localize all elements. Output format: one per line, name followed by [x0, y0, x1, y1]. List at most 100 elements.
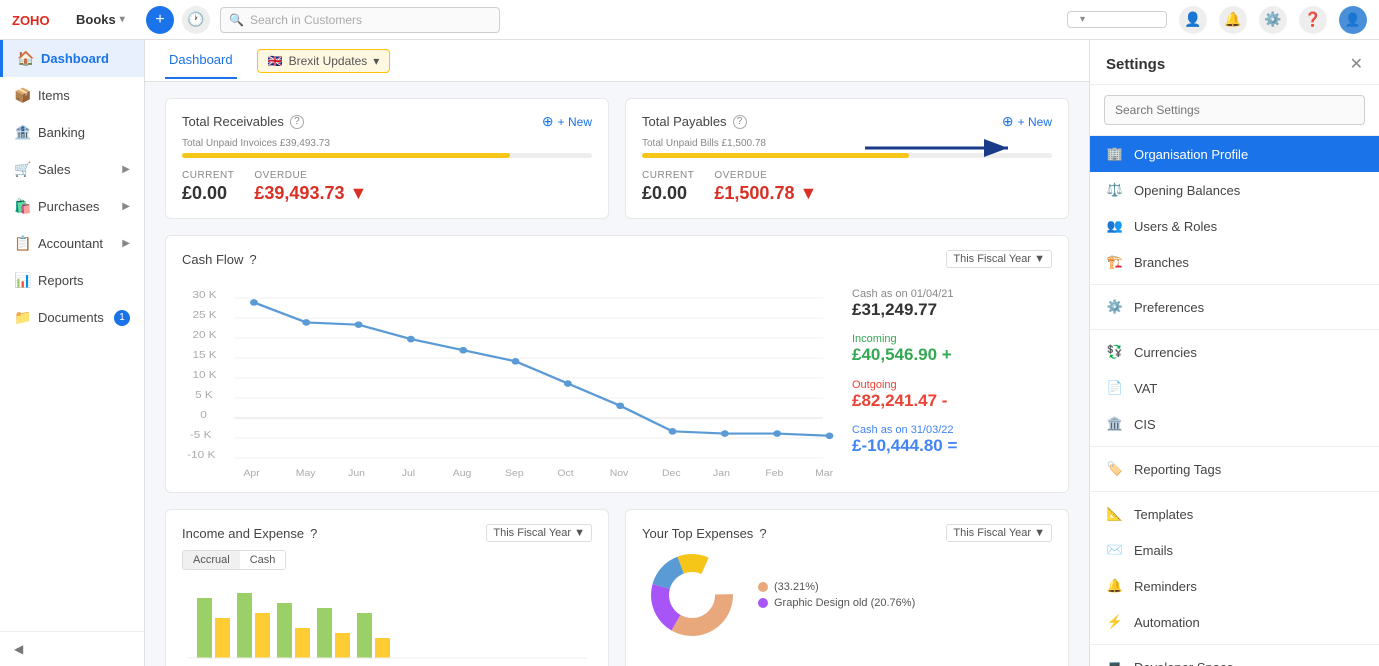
svg-text:2021: 2021: [398, 477, 421, 478]
settings-item-users-roles[interactable]: 👥 Users & Roles: [1090, 208, 1379, 244]
opening-balances-icon: ⚖️: [1106, 181, 1124, 199]
settings-item-org-profile[interactable]: 🏢 Organisation Profile: [1090, 136, 1379, 172]
income-expense-chart: [182, 578, 592, 666]
dashboard-content: Total Receivables ? ⊕ + New Total Unpaid…: [145, 82, 1089, 666]
settings-item-currencies[interactable]: 💱 Currencies: [1090, 334, 1379, 370]
svg-text:2021: 2021: [658, 477, 681, 478]
sidebar-item-sales[interactable]: 🛒 Sales ▶: [0, 151, 144, 188]
vat-icon: 📄: [1106, 379, 1124, 397]
payables-overdue-value: £1,500.78 ▼: [714, 183, 817, 204]
brexit-updates-button[interactable]: 🇬🇧 Brexit Updates ▾: [257, 49, 391, 73]
app-logo[interactable]: ZOHO Books ▾: [12, 11, 132, 29]
tab-dashboard[interactable]: Dashboard: [165, 42, 237, 79]
history-button[interactable]: 🕐: [182, 6, 210, 34]
svg-text:2021: 2021: [501, 477, 524, 478]
cashflow-chart: 30 K 25 K 20 K 15 K 10 K 5 K 0 -5 K -10 …: [182, 278, 836, 478]
topbar: ZOHO Books ▾ + 🕐 🔍 Search in Customers ▾…: [0, 0, 1379, 40]
settings-item-templates[interactable]: 📐 Templates: [1090, 496, 1379, 532]
sidebar-collapse-button[interactable]: ◀: [0, 631, 144, 666]
sidebar-item-reports[interactable]: 📊 Reports: [0, 262, 144, 299]
sidebar-item-purchases[interactable]: 🛍️ Purchases ▶: [0, 188, 144, 225]
help-icon-button[interactable]: ❓: [1299, 6, 1327, 34]
sidebar-item-banking[interactable]: 🏦 Banking: [0, 114, 144, 151]
top-expenses-header: Your Top Expenses ? This Fiscal Year ▼: [642, 524, 1052, 542]
settings-icon-button[interactable]: ⚙️: [1259, 6, 1287, 34]
cash-button[interactable]: Cash: [240, 551, 286, 569]
payables-progress-bar: [642, 153, 909, 158]
avatar-icon-button[interactable]: 👤: [1339, 6, 1367, 34]
cashflow-info-icon[interactable]: ?: [249, 252, 256, 267]
svg-text:2021: 2021: [553, 477, 576, 478]
payables-new-label: + New: [1018, 115, 1052, 129]
sidebar-item-dashboard[interactable]: 🏠 Dashboard: [0, 40, 144, 77]
income-expense-period-text: This Fiscal Year ▼: [493, 527, 585, 539]
receivables-new-button[interactable]: ⊕ + New: [542, 113, 592, 130]
payables-info-icon[interactable]: ?: [733, 115, 747, 129]
logo-dropdown-icon[interactable]: ▾: [120, 14, 125, 25]
add-button[interactable]: +: [146, 6, 174, 34]
settings-divider-1: [1090, 284, 1379, 285]
svg-text:15 K: 15 K: [192, 350, 217, 361]
sidebar-item-documents[interactable]: 📁 Documents 1: [0, 299, 144, 336]
cash-outgoing-label: Outgoing: [852, 379, 1052, 391]
receivables-overdue-block: OVERDUE £39,493.73 ▼: [254, 170, 367, 204]
cis-icon: 🏛️: [1106, 415, 1124, 433]
payables-overdue-label: OVERDUE: [714, 170, 817, 181]
payables-new-button[interactable]: ⊕ + New: [1002, 113, 1052, 130]
legend-color-1: [758, 582, 768, 592]
settings-item-opening-balances[interactable]: ⚖️ Opening Balances: [1090, 172, 1379, 208]
income-expense-period-button[interactable]: This Fiscal Year ▼: [486, 524, 592, 542]
accountant-arrow-icon: ▶: [122, 238, 130, 249]
settings-item-preferences[interactable]: ⚙️ Preferences: [1090, 289, 1379, 325]
settings-item-emails[interactable]: ✉️ Emails: [1090, 532, 1379, 568]
notification-icon-button[interactable]: 🔔: [1219, 6, 1247, 34]
reporting-tags-icon: 🏷️: [1106, 460, 1124, 478]
income-expense-info-icon[interactable]: ?: [310, 526, 317, 541]
settings-label-emails: Emails: [1134, 543, 1173, 558]
accrual-button[interactable]: Accrual: [183, 551, 240, 569]
settings-item-branches[interactable]: 🏗️ Branches: [1090, 244, 1379, 280]
svg-text:30 K: 30 K: [192, 290, 217, 301]
topbar-actions: + 🕐: [146, 6, 210, 34]
settings-item-cis[interactable]: 🏛️ CIS: [1090, 406, 1379, 442]
bottom-row: Income and Expense ? This Fiscal Year ▼ …: [165, 509, 1069, 666]
receivables-info-icon[interactable]: ?: [290, 115, 304, 129]
svg-text:5 K: 5 K: [195, 390, 213, 401]
receivables-amounts: CURRENT £0.00 OVERDUE £39,493.73 ▼: [182, 170, 592, 204]
sidebar-item-items[interactable]: 📦 Items: [0, 77, 144, 114]
cash-incoming-value: £40,546.90 +: [852, 345, 1052, 365]
settings-label-cis: CIS: [1134, 417, 1156, 432]
settings-item-automation[interactable]: ⚡ Automation: [1090, 604, 1379, 640]
top-expenses-period-button[interactable]: This Fiscal Year ▼: [946, 524, 1052, 542]
settings-search-input[interactable]: [1104, 95, 1365, 125]
settings-item-developer-space[interactable]: 💻 Developer Space: [1090, 649, 1379, 666]
cashflow-period-button[interactable]: This Fiscal Year ▼: [946, 250, 1052, 268]
top-expenses-card: Your Top Expenses ? This Fiscal Year ▼: [625, 509, 1069, 666]
settings-list: 🏢 Organisation Profile ⚖️ Opening Balanc…: [1090, 136, 1379, 666]
top-expenses-period-text: This Fiscal Year ▼: [953, 527, 1045, 539]
settings-close-button[interactable]: ✕: [1350, 54, 1363, 74]
svg-text:2022: 2022: [761, 477, 784, 478]
settings-item-reminders[interactable]: 🔔 Reminders: [1090, 568, 1379, 604]
sidebar-label-purchases: Purchases: [38, 199, 99, 214]
receivables-current-label: CURRENT: [182, 170, 234, 181]
top-expenses-info-icon[interactable]: ?: [759, 526, 766, 541]
settings-item-reporting-tags[interactable]: 🏷️ Reporting Tags: [1090, 451, 1379, 487]
legend-color-2: [758, 598, 768, 608]
cash-outgoing-value: £82,241.47 -: [852, 391, 1052, 411]
sales-icon: 🛒: [14, 161, 30, 178]
brexit-flag-icon: 🇬🇧: [268, 54, 283, 68]
cash-opening-value: £31,249.77: [852, 300, 1052, 320]
topbar-right: ▾ 👤 🔔 ⚙️ ❓ 👤: [1067, 6, 1367, 34]
sidebar-item-accountant[interactable]: 📋 Accountant ▶: [0, 225, 144, 262]
contacts-icon-button[interactable]: 👤: [1179, 6, 1207, 34]
settings-item-vat[interactable]: 📄 VAT: [1090, 370, 1379, 406]
settings-label-vat: VAT: [1134, 381, 1157, 396]
donut-chart: [642, 550, 742, 640]
org-dropdown[interactable]: ▾: [1067, 11, 1167, 28]
search-bar[interactable]: 🔍 Search in Customers: [220, 7, 500, 33]
users-roles-icon: 👥: [1106, 217, 1124, 235]
sidebar-label-banking: Banking: [38, 125, 85, 140]
settings-title: Settings: [1106, 56, 1165, 73]
cashflow-title-area: Cash Flow ?: [182, 252, 257, 267]
